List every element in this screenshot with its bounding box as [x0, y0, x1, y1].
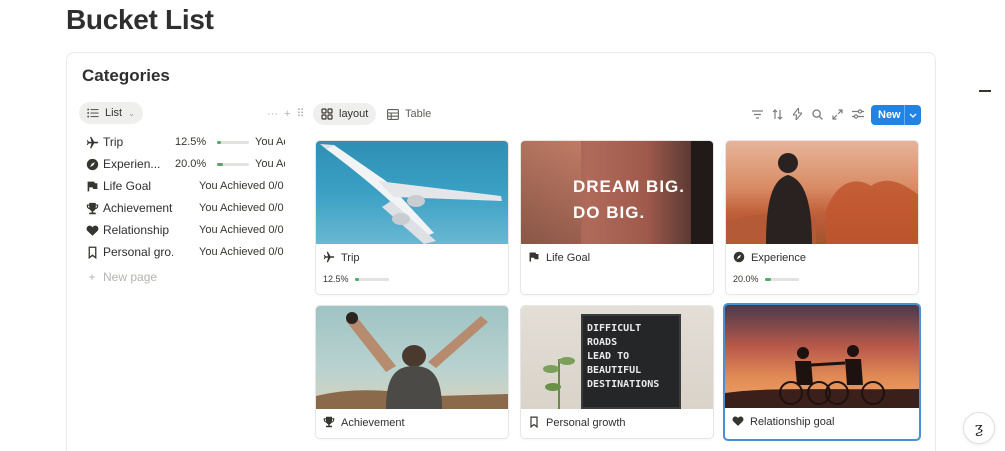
desert-photo	[726, 141, 918, 244]
tab-table[interactable]: Table	[379, 103, 439, 125]
progress-bar	[354, 277, 389, 281]
gallery-card-relationship-goal[interactable]: Relationship goal	[723, 303, 921, 441]
progress-bar	[764, 277, 799, 281]
card-title: Personal growth	[546, 417, 626, 429]
gallery-card-life-goal[interactable]: DREAM BIG. DO BIG. Life Goal	[520, 140, 714, 295]
lightning-icon[interactable]	[791, 106, 804, 122]
list-item-life-goal[interactable]: Life Goal You Achieved 0/0	[83, 175, 289, 197]
card-title: Achievement	[341, 417, 405, 429]
airplane-icon	[83, 136, 101, 149]
trophy-icon	[83, 202, 101, 215]
list-view-tools: ··· + ⠿	[267, 107, 305, 121]
list-item-relationship[interactable]: Relationship ... You Achieved 0/0	[83, 219, 289, 241]
list-icon	[87, 108, 99, 118]
chevron-down-icon: ⌄	[128, 108, 135, 118]
card-progress: 12.5%	[316, 272, 508, 286]
new-button[interactable]: New	[871, 105, 921, 125]
settings-icon[interactable]	[851, 106, 864, 122]
sunset-bikes-photo	[725, 305, 919, 408]
table-icon	[387, 108, 399, 120]
add-icon[interactable]: +	[284, 108, 290, 120]
categories-database: Categories List ⌄ ··· + ⠿ Trip 12.5% You…	[66, 52, 936, 451]
bookmark-icon	[528, 416, 540, 431]
gallery-card-personal-growth[interactable]: DIFFICULT ROADS LEAD TO BEAUTIFUL DESTIN…	[520, 305, 714, 439]
expand-icon[interactable]	[831, 106, 844, 122]
gallery-card-experience[interactable]: Experience 20.0%	[725, 140, 919, 295]
outline-toggle[interactable]	[979, 90, 991, 92]
progress-bar	[217, 163, 249, 166]
compass-icon	[83, 158, 101, 171]
sort-icon[interactable]	[771, 106, 784, 122]
airplane-photo	[316, 141, 508, 244]
card-title: Life Goal	[546, 252, 591, 264]
flag-icon	[83, 180, 101, 193]
list-item-personal-growth[interactable]: Personal gro... You Achieved 0/0	[83, 241, 289, 263]
list-view-label: List	[105, 107, 123, 119]
raised-arms-photo	[316, 306, 508, 409]
heart-icon	[83, 224, 101, 237]
filter-icon[interactable]	[751, 106, 764, 122]
gallery-card-achievement[interactable]: Achievement	[315, 305, 509, 439]
trophy-icon	[323, 416, 335, 431]
gallery-card-trip[interactable]: Trip 12.5%	[315, 140, 509, 295]
card-title: Relationship goal	[750, 416, 835, 428]
list-item-trip[interactable]: Trip 12.5% You Ac	[83, 131, 289, 153]
card-progress: 20.0%	[726, 272, 918, 286]
search-icon[interactable]	[811, 106, 824, 122]
plus-icon: +	[88, 270, 96, 284]
list-view-selector[interactable]: List ⌄	[79, 102, 143, 124]
new-page-button[interactable]: + New page	[83, 265, 289, 289]
list-item-experience[interactable]: Experien... 20.0% You Ac	[83, 153, 289, 175]
bookmark-icon	[83, 246, 101, 259]
heart-icon	[732, 415, 744, 430]
page-title: Bucket List	[66, 4, 214, 35]
airplane-icon	[323, 251, 335, 266]
dream-big-photo: DREAM BIG. DO BIG.	[521, 141, 713, 244]
card-title: Experience	[751, 252, 807, 264]
notion-ai-button[interactable]: ƺ	[963, 412, 995, 444]
chevron-down-icon[interactable]	[905, 113, 921, 118]
category-list: Trip 12.5% You Ac Experien... 20.0% You …	[83, 131, 289, 289]
ai-face-icon: ƺ	[974, 419, 984, 437]
list-item-achievement[interactable]: Achievement You Achieved 0/0	[83, 197, 289, 219]
gallery-icon	[321, 108, 333, 120]
progress-bar	[217, 141, 249, 144]
compass-icon	[733, 251, 745, 266]
letterboard-photo: DIFFICULT ROADS LEAD TO BEAUTIFUL DESTIN…	[521, 306, 713, 409]
database-title[interactable]: Categories	[82, 66, 170, 86]
tab-layout[interactable]: layout	[313, 103, 377, 125]
flag-icon	[528, 251, 540, 266]
card-title: Trip	[341, 252, 360, 264]
drag-handle-icon[interactable]: ⠿	[296, 107, 304, 120]
more-icon[interactable]: ···	[267, 108, 278, 120]
view-toolbar	[751, 106, 864, 122]
